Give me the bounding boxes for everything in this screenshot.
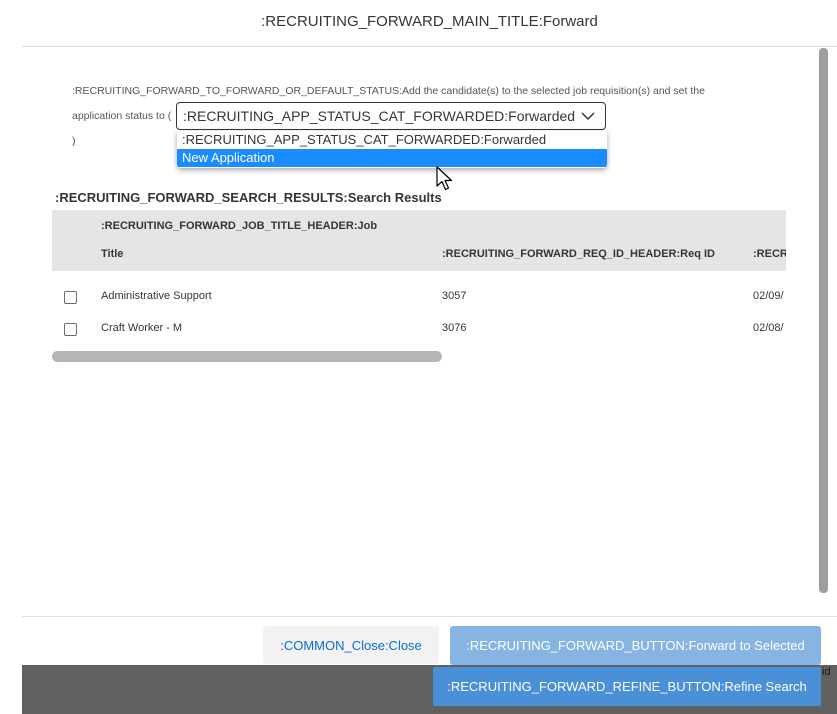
row-date: 02/08/ [753, 322, 784, 334]
vertical-scrollbar[interactable] [819, 48, 828, 593]
status-option-forwarded[interactable]: :RECRUITING_APP_STATUS_CAT_FORWARDED:For… [177, 131, 607, 149]
chevron-down-icon[interactable] [579, 105, 597, 130]
search-results-table: :RECRUITING_FORWARD_JOB_TITLE_HEADER:Job… [52, 210, 786, 350]
row-job-title: Craft Worker - M [101, 322, 183, 334]
search-results-title: :RECRUITING_FORWARD_SEARCH_RESULTS:Searc… [55, 190, 442, 205]
horizontal-scrollbar[interactable] [52, 351, 442, 362]
row-checkbox[interactable] [64, 323, 77, 336]
bottom-bar-clipped-text: id [822, 666, 831, 678]
application-status-select[interactable]: :RECRUITING_APP_STATUS_CAT_FORWARDED:For… [176, 102, 606, 130]
row-checkbox[interactable] [64, 291, 77, 304]
table-header: :RECRUITING_FORWARD_JOB_TITLE_HEADER:Job… [52, 210, 786, 271]
row-date: 02/09/ [753, 290, 784, 302]
status-option-new-application[interactable]: New Application [177, 149, 607, 167]
header-date[interactable]: :RECR [753, 248, 786, 260]
row-req-id: 3057 [442, 290, 467, 302]
instructions-line-1: :RECRUITING_FORWARD_TO_FORWARD_OR_DEFAUL… [72, 85, 705, 97]
application-status-dropdown: :RECRUITING_APP_STATUS_CAT_FORWARDED:For… [177, 131, 607, 168]
header-job-title-line-2[interactable]: Title [101, 248, 123, 260]
footer-divider [22, 616, 837, 617]
forward-to-selected-button[interactable]: :RECRUITING_FORWARD_BUTTON:Forward to Se… [450, 626, 821, 665]
application-status-select-value: :RECRUITING_APP_STATUS_CAT_FORWARDED:For… [183, 108, 576, 124]
row-req-id: 3076 [442, 322, 467, 334]
row-job-title: Administrative Support [101, 290, 212, 302]
table-row: Craft Worker - M 3076 02/08/ [52, 313, 786, 345]
dialog-title: :RECRUITING_FORWARD_MAIN_TITLE:Forward [261, 13, 598, 30]
refine-search-button[interactable]: :RECRUITING_FORWARD_REFINE_BUTTON:Refine… [433, 667, 821, 706]
instructions-line-2-prefix: application status to ( [72, 110, 172, 122]
header-job-title-line-1[interactable]: :RECRUITING_FORWARD_JOB_TITLE_HEADER:Job [101, 220, 377, 232]
close-button[interactable]: :COMMON_Close:Close [263, 626, 439, 664]
table-row: Administrative Support 3057 02/09/ [52, 281, 786, 313]
dialog-header: :RECRUITING_FORWARD_MAIN_TITLE:Forward [22, 0, 837, 47]
header-req-id[interactable]: :RECRUITING_FORWARD_REQ_ID_HEADER:Req ID [442, 248, 715, 260]
